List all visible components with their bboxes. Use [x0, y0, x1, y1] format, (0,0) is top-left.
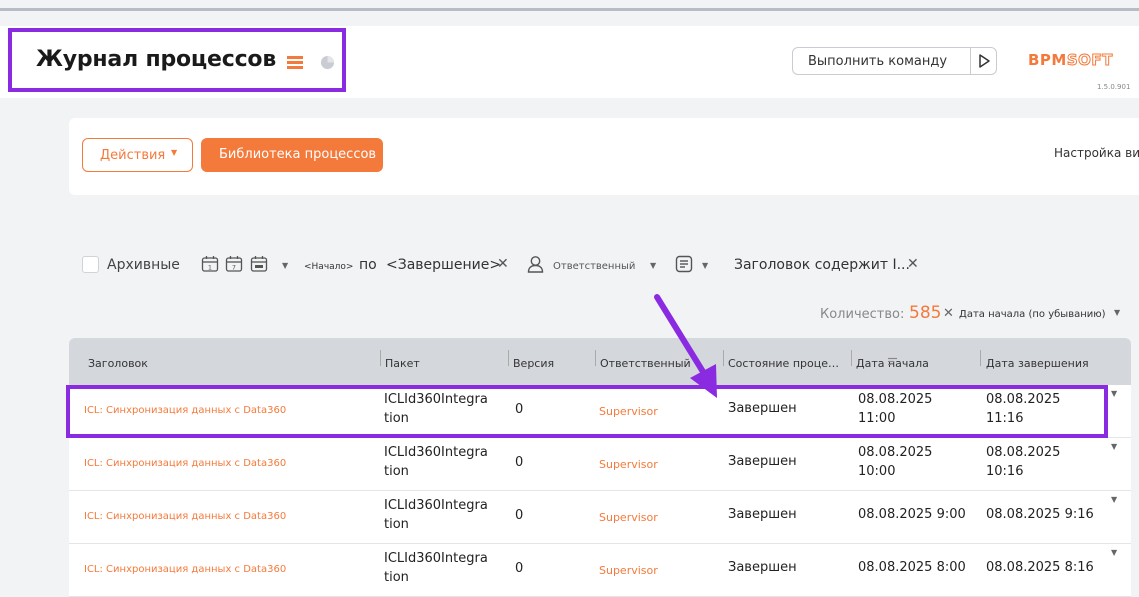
version-label: 1.5.0.901	[1097, 83, 1131, 91]
top-divider	[0, 8, 1139, 11]
column-separator	[595, 350, 596, 366]
column-header-responsible[interactable]: Ответственный	[600, 357, 691, 370]
period-to-label: по	[359, 257, 377, 273]
archive-label: Архивные	[107, 257, 180, 273]
column-header-package[interactable]: Пакет	[385, 357, 420, 370]
process-title-link[interactable]: ICL: Синхронизация данных с Data360	[84, 511, 286, 522]
responsible-link[interactable]: Supervisor	[599, 511, 658, 524]
state-cell: Завершен	[728, 401, 797, 416]
actions-button[interactable]: Действия ▼	[82, 138, 193, 172]
count-label: Количество:	[820, 307, 905, 322]
column-separator	[380, 350, 381, 366]
column-header-end-date[interactable]: Дата завершения	[986, 357, 1089, 370]
package-cell: ICLId360Integra tion	[384, 392, 488, 426]
process-title-link[interactable]: ICL: Синхронизация данных с Data360	[84, 564, 286, 575]
play-icon[interactable]	[976, 53, 992, 69]
user-icon[interactable]	[527, 255, 544, 273]
end-date-cell: 08.08.2025 8:16	[986, 560, 1094, 575]
state-cell: Завершен	[728, 454, 797, 469]
end-date-cell: 08.08.2025 11:16	[986, 392, 1061, 426]
row-menu-chevron-icon[interactable]: ▼	[1111, 495, 1117, 504]
end-date-cell: 08.08.2025 9:16	[986, 507, 1094, 522]
table-header: Заголовок Пакет Версия Ответственный Сос…	[69, 338, 1131, 385]
list-filter-chevron-down-icon[interactable]: ▼	[702, 261, 708, 270]
package-cell: ICLId360Integra tion	[384, 551, 488, 585]
command-input[interactable]: Выполнить команду	[808, 54, 947, 69]
start-date-cell: 08.08.2025 8:00	[858, 560, 966, 575]
column-header-state[interactable]: Состояние проце…	[728, 357, 839, 370]
sort-chevron-down-icon[interactable]: ▼	[1114, 308, 1120, 317]
calendar-period-icon[interactable]	[250, 255, 268, 273]
column-separator	[980, 350, 981, 366]
end-date-cell: 08.08.2025 10:16	[986, 445, 1061, 479]
process-library-button[interactable]: Библиотека процессов	[201, 138, 383, 172]
responsible-link[interactable]: Supervisor	[599, 405, 658, 418]
column-separator	[851, 350, 852, 366]
bpmsoft-logo: BPMSOFT	[1028, 51, 1113, 70]
period-end-field[interactable]: <Завершение>	[386, 257, 501, 273]
responsible-chevron-down-icon[interactable]: ▼	[650, 261, 656, 270]
svg-text:7: 7	[232, 264, 236, 272]
responsible-link[interactable]: Supervisor	[599, 458, 658, 471]
column-separator	[508, 350, 509, 366]
pie-chart-icon[interactable]	[320, 55, 335, 70]
start-date-cell: 08.08.2025 11:00	[858, 392, 933, 426]
responsible-link[interactable]: Supervisor	[599, 564, 658, 577]
archive-checkbox[interactable]	[82, 256, 99, 273]
table-row[interactable]: ICL: Синхронизация данных с Data360 ICLI…	[69, 385, 1131, 438]
count-value: 585	[909, 303, 942, 323]
list-filter-icon[interactable]	[675, 255, 693, 273]
responsible-filter[interactable]: Ответственный	[553, 261, 635, 272]
command-box[interactable]: Выполнить команду	[792, 47, 997, 75]
column-header-version[interactable]: Версия	[513, 357, 554, 370]
version-cell: 0	[515, 508, 524, 523]
package-cell: ICLId360Integra tion	[384, 445, 488, 479]
state-cell: Завершен	[728, 560, 797, 575]
table-row[interactable]: ICL: Синхронизация данных с Data360 ICLI…	[69, 544, 1131, 597]
process-title-link[interactable]: ICL: Синхронизация данных с Data360	[84, 405, 286, 416]
table-row[interactable]: ICL: Синхронизация данных с Data360 ICLI…	[69, 438, 1131, 491]
actions-button-label: Действия	[100, 148, 166, 163]
chevron-down-icon: ▼	[171, 148, 178, 157]
row-menu-chevron-icon[interactable]: ▼	[1111, 389, 1117, 398]
start-date-cell: 08.08.2025 9:00	[858, 507, 966, 522]
svg-text:1: 1	[208, 264, 212, 272]
start-date-cell: 08.08.2025 10:00	[858, 445, 933, 479]
page-title: Журнал процессов	[36, 47, 277, 72]
version-cell: 0	[515, 455, 524, 470]
hamburger-menu-icon[interactable]	[287, 56, 303, 69]
clear-count-icon[interactable]: ✕	[943, 306, 954, 321]
view-settings-button[interactable]: Настройка вид	[1054, 146, 1139, 160]
command-separator	[970, 48, 971, 74]
row-menu-chevron-icon[interactable]: ▼	[1111, 442, 1117, 451]
table-row[interactable]: ICL: Синхронизация данных с Data360 ICLI…	[69, 491, 1131, 544]
row-menu-chevron-icon[interactable]: ▼	[1111, 548, 1117, 557]
clear-title-filter-icon[interactable]: ✕	[907, 256, 919, 272]
version-cell: 0	[515, 402, 524, 417]
period-start-field[interactable]: <Начало>	[304, 262, 353, 272]
package-cell: ICLId360Integra tion	[384, 498, 488, 532]
version-cell: 0	[515, 561, 524, 576]
process-title-link[interactable]: ICL: Синхронизация данных с Data360	[84, 458, 286, 469]
calendar-week-icon[interactable]: 7	[225, 255, 243, 273]
title-contains-filter[interactable]: Заголовок содержит I...	[734, 257, 910, 273]
column-header-title[interactable]: Заголовок	[88, 357, 148, 370]
sort-selector[interactable]: Дата начала (по убыванию)	[959, 309, 1106, 320]
period-chevron-down-icon[interactable]: ▼	[282, 261, 288, 270]
sort-descending-icon	[888, 357, 897, 366]
clear-period-icon[interactable]: ✕	[497, 256, 509, 272]
column-separator	[723, 350, 724, 366]
state-cell: Завершен	[728, 507, 797, 522]
process-library-button-label: Библиотека процессов	[219, 147, 377, 162]
calendar-day-icon[interactable]: 1	[201, 255, 219, 273]
